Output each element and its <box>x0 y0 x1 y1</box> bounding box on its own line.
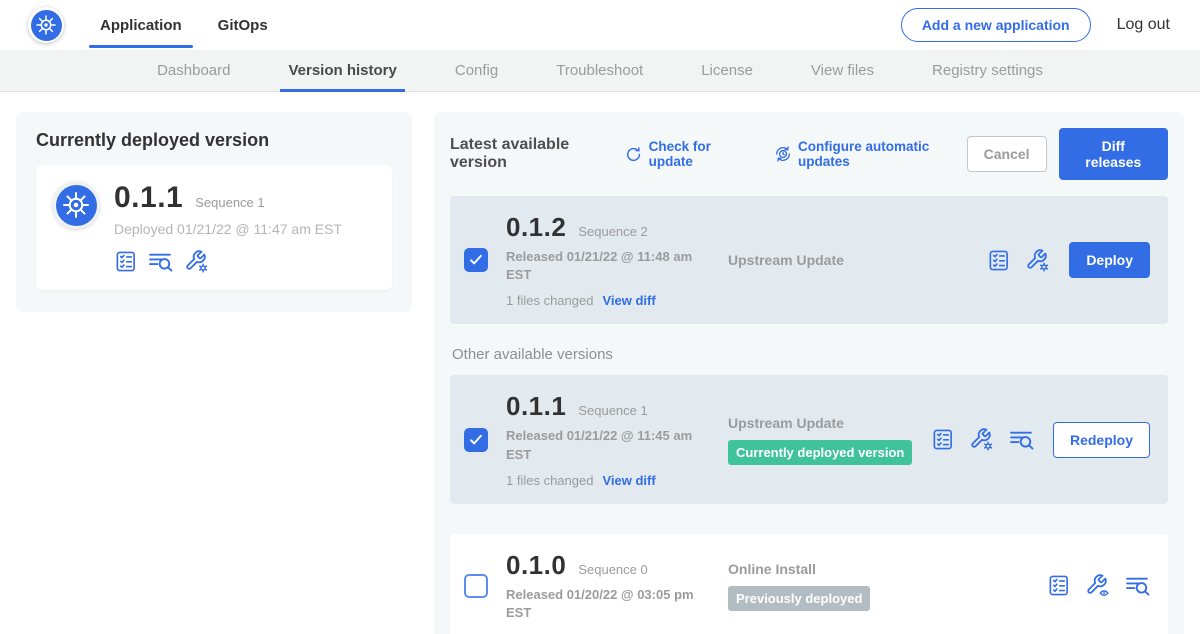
sequence-label: Sequence 0 <box>578 562 647 577</box>
version-source-label: Online Install <box>728 561 1047 577</box>
cancel-button[interactable]: Cancel <box>967 136 1047 172</box>
subnav-troubleshoot[interactable]: Troubleshoot <box>556 50 643 92</box>
kubernetes-wheel-icon <box>34 13 58 37</box>
version-checkbox[interactable] <box>464 574 488 598</box>
view-diff-link[interactable]: View diff <box>602 473 655 488</box>
app-logo <box>52 181 100 229</box>
release-notes-icon[interactable] <box>1047 574 1070 597</box>
top-nav: Application GitOps Add a new application… <box>0 0 1200 50</box>
preflight-results-icon[interactable] <box>1009 427 1034 452</box>
released-timestamp: Released 01/20/22 @ 03:05 pm EST <box>506 586 698 622</box>
latest-available-title: Latest available version <box>450 136 613 172</box>
version-checkbox[interactable] <box>464 428 488 452</box>
version-checkbox[interactable] <box>464 248 488 272</box>
version-number: 0.1.2 <box>506 212 566 243</box>
version-source-label: Upstream Update <box>728 415 931 431</box>
preflight-results-icon[interactable] <box>1125 573 1150 598</box>
diff-releases-button[interactable]: Diff releases <box>1059 128 1168 180</box>
files-changed-label: 1 files changed <box>506 293 593 308</box>
release-notes-icon[interactable] <box>931 428 954 451</box>
checkmark-icon <box>467 251 485 269</box>
version-source-label: Upstream Update <box>728 252 987 268</box>
add-application-button[interactable]: Add a new application <box>901 8 1091 42</box>
files-changed-label: 1 files changed <box>506 473 593 488</box>
version-number: 0.1.0 <box>506 550 566 581</box>
subnav-license[interactable]: License <box>701 50 753 92</box>
kubernetes-logo <box>28 7 64 43</box>
clock-refresh-icon <box>774 144 792 164</box>
currently-deployed-badge: Currently deployed version <box>728 440 912 465</box>
subnav-view-files[interactable]: View files <box>811 50 874 92</box>
previously-deployed-badge: Previously deployed <box>728 586 870 611</box>
deployed-timestamp: Deployed 01/21/22 @ 11:47 am EST <box>114 221 342 237</box>
subnav-registry-settings[interactable]: Registry settings <box>932 50 1043 92</box>
currently-deployed-title: Currently deployed version <box>36 130 392 151</box>
deployed-sequence-label: Sequence 1 <box>195 195 264 210</box>
release-notes-icon[interactable] <box>114 250 137 273</box>
other-versions-title: Other available versions <box>452 346 1168 363</box>
deployed-version-card: 0.1.1 Sequence 1 Deployed 01/21/22 @ 11:… <box>36 165 392 290</box>
subnav-config[interactable]: Config <box>455 50 498 92</box>
release-notes-icon[interactable] <box>987 249 1010 272</box>
redeploy-button[interactable]: Redeploy <box>1053 422 1150 458</box>
view-config-icon[interactable] <box>1085 573 1110 598</box>
sequence-label: Sequence 2 <box>578 224 647 239</box>
version-number: 0.1.1 <box>506 391 566 422</box>
app-sub-nav: Dashboard Version history Config Trouble… <box>0 50 1200 92</box>
check-for-update-link[interactable]: Check for update <box>625 139 748 169</box>
preflight-results-icon[interactable] <box>148 249 173 274</box>
view-diff-link[interactable]: View diff <box>602 293 655 308</box>
version-row-0-1-1: 0.1.1 Sequence 1 Released 01/21/22 @ 11:… <box>450 375 1168 503</box>
subnav-dashboard[interactable]: Dashboard <box>157 50 230 92</box>
tab-application[interactable]: Application <box>100 0 182 50</box>
deployed-version-number: 0.1.1 <box>114 181 183 215</box>
deploy-button[interactable]: Deploy <box>1069 242 1150 278</box>
subnav-version-history[interactable]: Version history <box>288 50 396 92</box>
tab-gitops[interactable]: GitOps <box>218 0 268 50</box>
sequence-label: Sequence 1 <box>578 403 647 418</box>
version-history-panel: Latest available version Check for updat… <box>434 112 1184 634</box>
configure-updates-link[interactable]: Configure automatic updates <box>774 139 967 169</box>
refresh-icon <box>625 145 642 164</box>
version-row-0-1-0: 0.1.0 Sequence 0 Released 01/20/22 @ 03:… <box>450 534 1168 634</box>
version-row-0-1-2: 0.1.2 Sequence 2 Released 01/21/22 @ 11:… <box>450 196 1168 324</box>
kubernetes-wheel-icon <box>60 189 92 221</box>
currently-deployed-panel: Currently deployed version 0.1.1 Sequenc… <box>16 112 412 312</box>
checkmark-icon <box>467 431 485 449</box>
edit-config-icon[interactable] <box>969 427 994 452</box>
edit-config-icon[interactable] <box>184 249 209 274</box>
edit-config-icon[interactable] <box>1025 248 1050 273</box>
logout-link[interactable]: Log out <box>1117 16 1170 34</box>
released-timestamp: Released 01/21/22 @ 11:48 am EST <box>506 248 698 284</box>
released-timestamp: Released 01/21/22 @ 11:45 am EST <box>506 427 698 463</box>
